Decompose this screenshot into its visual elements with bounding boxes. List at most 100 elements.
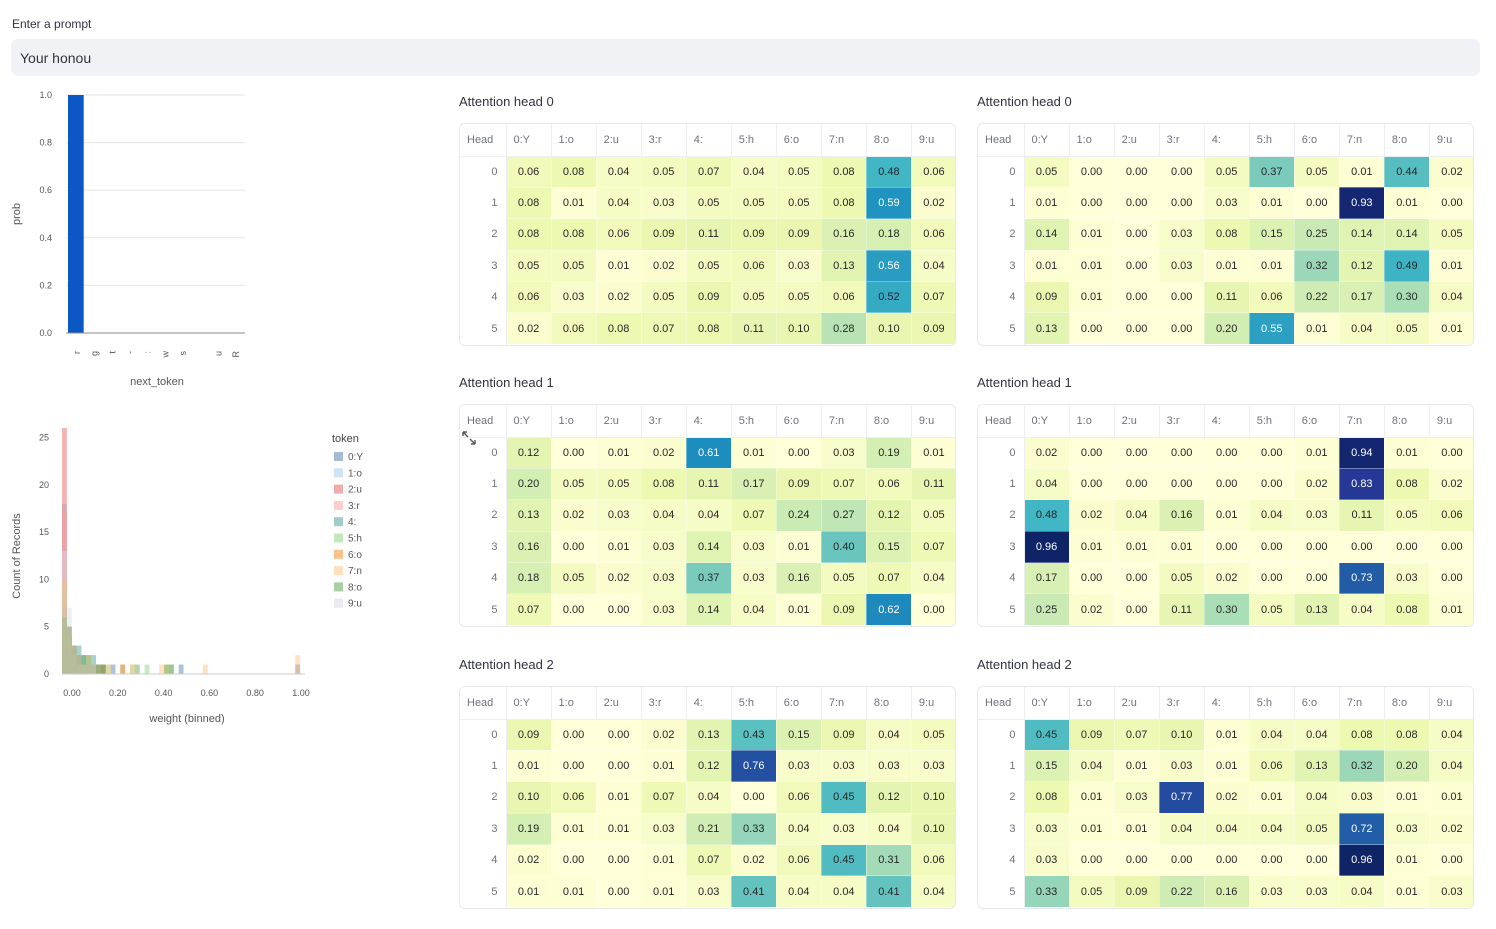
attention-cell[interactable]: 0.33 xyxy=(1024,875,1070,908)
attention-cell[interactable]: 0.02 xyxy=(911,187,955,220)
attention-cell[interactable]: 0.04 xyxy=(1294,781,1340,814)
column-header[interactable]: 8:o xyxy=(866,124,912,157)
attention-cell[interactable]: 0.07 xyxy=(866,562,912,595)
attention-cell[interactable]: 0.00 xyxy=(1114,437,1160,469)
attention-cell[interactable]: 0.01 xyxy=(596,813,642,846)
attention-cell[interactable]: 0.00 xyxy=(1429,844,1473,877)
attention-cell[interactable]: 0.01 xyxy=(1069,281,1115,314)
attention-cell[interactable]: 0.09 xyxy=(776,468,822,501)
attention-cell[interactable]: 0.04 xyxy=(821,875,867,908)
attention-cell[interactable]: 0.01 xyxy=(596,781,642,814)
attention-cell[interactable]: 0.01 xyxy=(1384,781,1430,814)
attention-cell[interactable]: 0.14 xyxy=(1339,218,1385,251)
column-header[interactable]: 0:Y xyxy=(1024,405,1070,438)
attention-cell[interactable]: 0.03 xyxy=(596,499,642,532)
attention-cell[interactable]: 0.00 xyxy=(1069,187,1115,220)
attention-cell[interactable]: 0.17 xyxy=(1339,281,1385,314)
attention-cell[interactable]: 0.12 xyxy=(866,499,912,532)
attention-cell[interactable]: 0.05 xyxy=(551,250,597,283)
attention-cell[interactable]: 0.04 xyxy=(1204,813,1250,846)
attention-cell[interactable]: 0.08 xyxy=(821,187,867,220)
column-header[interactable]: 8:o xyxy=(866,405,912,438)
attention-cell[interactable]: 0.01 xyxy=(1384,844,1430,877)
attention-cell[interactable]: 0.31 xyxy=(866,844,912,877)
attention-cell[interactable]: 0.03 xyxy=(641,187,687,220)
column-header[interactable]: 5:h xyxy=(1249,687,1295,720)
attention-cell[interactable]: 0.03 xyxy=(1384,562,1430,595)
attention-cell[interactable]: 0.59 xyxy=(866,187,912,220)
attention-cell[interactable]: 0.01 xyxy=(731,437,777,469)
attention-cell[interactable]: 0.10 xyxy=(911,781,955,814)
attention-cell[interactable]: 0.11 xyxy=(686,468,732,501)
attention-cell[interactable]: 0.25 xyxy=(1024,593,1070,626)
attention-cell[interactable]: 0.83 xyxy=(1339,468,1385,501)
attention-cell[interactable]: 0.00 xyxy=(551,750,597,783)
attention-cell[interactable]: 0.03 xyxy=(1294,875,1340,908)
attention-cell[interactable]: 0.01 xyxy=(1249,187,1295,220)
attention-cell[interactable]: 0.04 xyxy=(1429,281,1473,314)
attention-cell[interactable]: 0.06 xyxy=(506,281,552,314)
attention-cell[interactable]: 0.03 xyxy=(821,750,867,783)
attention-cell[interactable]: 0.04 xyxy=(641,499,687,532)
attention-cell[interactable]: 0.00 xyxy=(551,844,597,877)
attention-cell[interactable]: 0.02 xyxy=(731,844,777,877)
attention-cell[interactable]: 0.15 xyxy=(776,719,822,751)
attention-cell[interactable]: 0.00 xyxy=(1339,531,1385,564)
column-header[interactable]: 1:o xyxy=(551,687,597,720)
attention-cell[interactable]: 0.04 xyxy=(1114,499,1160,532)
attention-cell[interactable]: 0.14 xyxy=(686,531,732,564)
attention-cell[interactable]: 0.00 xyxy=(1159,844,1205,877)
attention-cell[interactable]: 0.07 xyxy=(506,593,552,626)
attention-cell[interactable]: 0.05 xyxy=(1249,593,1295,626)
attention-cell[interactable]: 0.48 xyxy=(866,156,912,188)
attention-cell[interactable]: 0.04 xyxy=(596,187,642,220)
column-header[interactable]: 8:o xyxy=(1384,687,1430,720)
attention-cell[interactable]: 0.15 xyxy=(1024,750,1070,783)
column-header[interactable]: 8:o xyxy=(1384,405,1430,438)
attention-cell[interactable]: 0.13 xyxy=(1024,312,1070,345)
attention-cell[interactable]: 0.00 xyxy=(1069,844,1115,877)
attention-cell[interactable]: 0.18 xyxy=(866,218,912,251)
attention-cell[interactable]: 0.32 xyxy=(1294,250,1340,283)
attention-cell[interactable]: 0.08 xyxy=(1204,218,1250,251)
attention-cell[interactable]: 0.37 xyxy=(1249,156,1295,188)
attention-cell[interactable]: 0.05 xyxy=(731,187,777,220)
column-header[interactable]: 2:u xyxy=(1114,405,1160,438)
attention-cell[interactable]: 0.03 xyxy=(1159,250,1205,283)
attention-cell[interactable]: 0.19 xyxy=(506,813,552,846)
attention-cell[interactable]: 0.49 xyxy=(1384,250,1430,283)
attention-cell[interactable]: 0.01 xyxy=(1429,250,1473,283)
column-header[interactable]: 1:o xyxy=(1069,405,1115,438)
attention-cell[interactable]: 0.00 xyxy=(1114,156,1160,188)
column-header[interactable]: 7:n xyxy=(1339,405,1385,438)
attention-cell[interactable]: 0.05 xyxy=(1384,312,1430,345)
attention-cell[interactable]: 0.01 xyxy=(1429,593,1473,626)
attention-cell[interactable]: 0.00 xyxy=(596,719,642,751)
attention-cell[interactable]: 0.04 xyxy=(1249,499,1295,532)
attention-cell[interactable]: 0.03 xyxy=(1429,875,1473,908)
attention-cell[interactable]: 0.00 xyxy=(1204,468,1250,501)
column-header[interactable]: 8:o xyxy=(866,687,912,720)
attention-cell[interactable]: 0.00 xyxy=(1114,468,1160,501)
attention-cell[interactable]: 0.01 xyxy=(1339,156,1385,188)
column-header[interactable]: 6:o xyxy=(776,124,822,157)
attention-cell[interactable]: 0.00 xyxy=(1114,844,1160,877)
column-header[interactable]: 4: xyxy=(1204,124,1250,157)
attention-cell[interactable]: 0.05 xyxy=(776,187,822,220)
attention-cell[interactable]: 0.02 xyxy=(641,719,687,751)
attention-table[interactable]: Head 0:Y 1:o 2:u 3:r 4: 5:h 6:o 7:n 8:o 9:u 0 0.02 0.… xyxy=(977,404,1474,627)
column-header[interactable]: 2:u xyxy=(596,405,642,438)
column-header[interactable]: 6:o xyxy=(776,687,822,720)
attention-cell[interactable]: 0.02 xyxy=(1069,499,1115,532)
attention-cell[interactable]: 0.00 xyxy=(1294,844,1340,877)
attention-cell[interactable]: 0.06 xyxy=(776,844,822,877)
attention-cell[interactable]: 0.01 xyxy=(1204,250,1250,283)
column-header[interactable]: 9:u xyxy=(1429,405,1473,438)
attention-cell[interactable]: 0.06 xyxy=(506,156,552,188)
attention-cell[interactable]: 0.12 xyxy=(866,781,912,814)
attention-cell[interactable]: 0.21 xyxy=(686,813,732,846)
attention-cell[interactable]: 0.55 xyxy=(1249,312,1295,345)
attention-cell[interactable]: 0.01 xyxy=(776,593,822,626)
attention-cell[interactable]: 0.04 xyxy=(1339,593,1385,626)
column-header[interactable]: 5:h xyxy=(731,687,777,720)
